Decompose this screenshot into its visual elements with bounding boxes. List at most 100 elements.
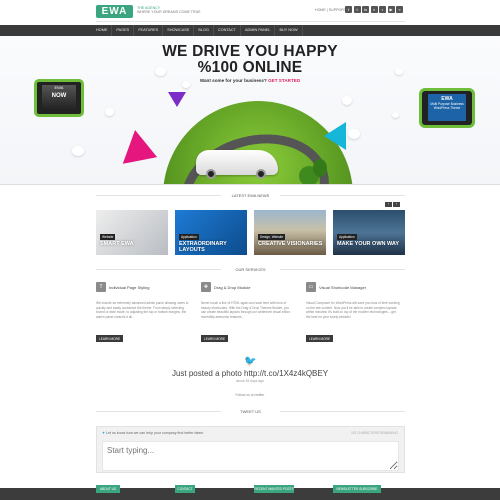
cloud-decoration xyxy=(182,81,190,88)
logo[interactable]: EWA xyxy=(96,5,133,18)
purple-triangle-decoration xyxy=(168,92,186,107)
service-title: Visual Shortcode Manager xyxy=(319,285,367,290)
learn-more-button[interactable]: LEARN MORE xyxy=(201,335,229,342)
tablet-left-screen: EWA NOW xyxy=(42,85,76,111)
drag-drop-icon: ✥ xyxy=(201,282,211,292)
nav-item-features[interactable]: FEATURES xyxy=(134,25,164,36)
vimeo-icon[interactable]: v xyxy=(370,6,378,13)
learn-more-button[interactable]: LEARN MORE xyxy=(96,335,124,342)
hero-title-line2: %100 ONLINE xyxy=(197,59,303,76)
learn-more-button[interactable]: LEARN MORE xyxy=(306,335,334,342)
nav-item-admin-panel[interactable]: ADMIN PANEL xyxy=(241,25,276,36)
news-pager: ‹ › xyxy=(385,202,400,207)
tweet-time: about 16 days ago xyxy=(236,379,264,383)
cloud-decoration xyxy=(348,129,360,139)
service-body: Never touch a line of HTML again and sav… xyxy=(201,301,291,319)
cloud-decoration xyxy=(155,67,166,76)
tagline-subtitle: WHERE YOUR DREAMS COME TRUE xyxy=(137,10,201,15)
car-illustration xyxy=(196,150,278,179)
cyan-triangle-decoration xyxy=(324,122,346,150)
header-divider xyxy=(96,21,405,22)
tweet-us-section-title: TWEET US xyxy=(96,409,405,414)
tweet-us-box: ✦ Let us know how we can help your compa… xyxy=(96,426,405,473)
top-header: EWA THE AGENCY WHERE YOUR DREAMS COME TR… xyxy=(0,0,500,22)
news-card[interactable]: Application MAKE YOUR OWN WAY xyxy=(333,210,405,255)
tagline: THE AGENCY WHERE YOUR DREAMS COME TRUE xyxy=(137,6,201,15)
social-icons: f t in v • ▶ ≈ xyxy=(345,6,403,13)
news-card[interactable]: Website SMART EWA xyxy=(96,210,168,255)
flickr-icon[interactable]: • xyxy=(379,6,386,13)
news-card-title: MAKE YOUR OWN WAY xyxy=(337,241,400,247)
tweet-us-prompt: Let us know how we can help your company… xyxy=(106,431,204,435)
service-title: Individual Page Styling xyxy=(109,285,150,290)
pink-triangle-decoration xyxy=(122,129,164,175)
latest-tweet[interactable]: Just posted a photo http://t.co/1X4z4kQB… xyxy=(0,369,500,378)
tablet-right-screen: EWA Multi Purpose Business WordPress The… xyxy=(428,94,466,121)
footer-tab-recent-posts[interactable]: RECENT WANTED POSTS xyxy=(254,485,294,493)
footer xyxy=(0,488,500,500)
nav-item-blog[interactable]: BLOG xyxy=(194,25,214,36)
tablet-right-illustration: EWA Multi Purpose Business WordPress The… xyxy=(419,88,475,128)
twitter-icon: ✦ xyxy=(102,431,106,435)
cloud-decoration xyxy=(392,112,399,118)
news-card-title: SMART EWA xyxy=(100,241,134,247)
follow-twitter-link[interactable]: Follow us on twitter xyxy=(0,393,500,397)
tablet-right-text: Multi Purpose Business WordPress Theme xyxy=(430,102,464,110)
tablet-left-now: NOW xyxy=(51,93,67,99)
hero-banner: WE DRIVE YOU HAPPY %100 ONLINE Want some… xyxy=(0,36,500,184)
main-nav: HOME PAGES FEATURES SHOWCASE BLOG CONTACT ADMI… xyxy=(0,25,500,36)
twitter-icon[interactable]: t xyxy=(353,6,361,13)
news-card-title: CREATIVE VISIONARIES xyxy=(258,241,323,247)
news-card-image xyxy=(96,210,168,255)
news-card-tag: Design, Website xyxy=(258,234,286,240)
rss-icon[interactable]: ≈ xyxy=(396,6,403,13)
cloud-decoration xyxy=(395,68,403,75)
nav-items: HOME PAGES FEATURES SHOWCASE BLOG CONTACT ADMI… xyxy=(96,25,303,36)
window-icon: ▭ xyxy=(306,282,316,292)
footer-tab-about[interactable]: ABOUT US xyxy=(96,485,120,493)
news-card-title: EXTRAORDINARY LAYOUTS xyxy=(179,241,227,253)
news-card-image xyxy=(254,210,326,255)
news-card[interactable]: Design, Website CREATIVE VISIONARIES xyxy=(254,210,326,255)
top-links[interactable]: HOME | SUPPORT | xyxy=(315,8,348,12)
hero-title-line1: WE DRIVE YOU HAPPY xyxy=(162,43,338,60)
news-card[interactable]: Application EXTRAORDINARY LAYOUTS xyxy=(175,210,247,255)
tablet-left-brand: EWA xyxy=(54,85,64,90)
wheel xyxy=(256,169,266,179)
news-section-title: LATEST EWA NEWS xyxy=(96,193,405,198)
youtube-icon[interactable]: ▶ xyxy=(387,6,395,13)
nav-item-pages[interactable]: PAGES xyxy=(112,25,135,36)
news-card-tag: Application xyxy=(179,234,199,240)
character-counter: NO CHARACTERS REMAINING xyxy=(351,431,398,435)
tablet-left-illustration: EWA NOW xyxy=(34,79,84,117)
cloud-decoration xyxy=(105,108,114,116)
hero-title: WE DRIVE YOU HAPPY %100 ONLINE xyxy=(0,44,500,76)
footer-tab-contact[interactable]: CONTACT xyxy=(175,485,195,493)
facebook-icon[interactable]: f xyxy=(345,6,352,13)
cloud-decoration xyxy=(342,96,352,105)
twitter-bird-icon: 🐦 xyxy=(244,356,257,367)
linkedin-icon[interactable]: in xyxy=(362,6,369,13)
news-card-tag: Website xyxy=(100,234,116,240)
service-body: Visual Composer for WordPress will save … xyxy=(306,301,400,319)
footer-tab-newsletter[interactable]: NEWSLETTER SUBSCRIBE xyxy=(333,485,381,493)
pager-next-button[interactable]: › xyxy=(393,202,400,207)
nav-item-contact[interactable]: CONTACT xyxy=(214,25,241,36)
nav-item-buy-now[interactable]: BUY NOW xyxy=(275,25,303,36)
nav-item-showcase[interactable]: SHOWCASE xyxy=(163,25,195,36)
service-body: We include an extremely advanced admin p… xyxy=(96,301,189,319)
service-title: Drag & Drop Module xyxy=(214,285,251,290)
typography-icon: T xyxy=(96,282,106,292)
cloud-decoration xyxy=(72,146,84,156)
news-card-tag: Application xyxy=(337,234,357,240)
get-started-link[interactable]: GET STARTED xyxy=(268,78,300,83)
hero-subtitle-text: Want some for your business? xyxy=(199,78,267,83)
tweet-input[interactable] xyxy=(102,441,399,471)
tweet-us-label: ✦ Let us know how we can help your compa… xyxy=(102,431,203,435)
tree-illustration xyxy=(313,159,327,177)
pager-prev-button[interactable]: ‹ xyxy=(385,202,392,207)
services-section-title: OUR SERVICES xyxy=(96,267,405,272)
wheel xyxy=(206,169,216,179)
nav-item-home[interactable]: HOME xyxy=(96,25,113,36)
page: EWA THE AGENCY WHERE YOUR DREAMS COME TR… xyxy=(0,0,500,500)
